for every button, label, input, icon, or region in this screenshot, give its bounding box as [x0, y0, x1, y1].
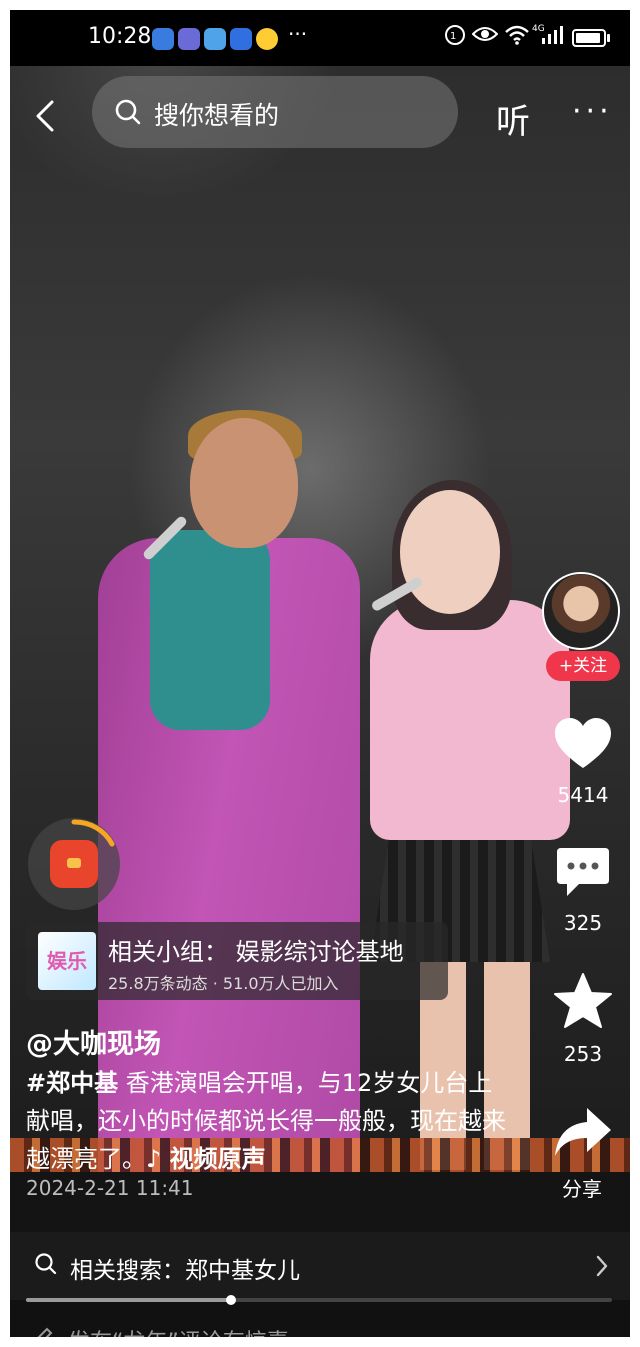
music-link[interactable]: ♪ 视频原声 — [146, 1145, 266, 1173]
playback-progress-bar[interactable] — [26, 1295, 612, 1305]
progress-fill — [26, 1298, 232, 1302]
search-icon — [114, 98, 142, 130]
group-thumbnail: 娱乐 — [38, 932, 96, 990]
like-count: 5414 — [557, 783, 609, 807]
follow-button[interactable]: +关注 — [546, 651, 620, 681]
listen-button[interactable]: 听 — [496, 94, 530, 143]
share-icon[interactable] — [553, 1106, 613, 1162]
chevron-right-icon — [594, 1254, 610, 1282]
back-button[interactable] — [28, 96, 68, 136]
wifi-icon — [504, 24, 530, 51]
battery-icon — [572, 29, 606, 47]
qq-app-icon — [256, 28, 278, 50]
related-group-card[interactable]: 娱乐 相关小组： 娱影综讨论基地 25.8万条动态 · 51.0万人已加入 — [26, 922, 448, 1000]
comment-input-bar[interactable]: 发布“龙年”评论有惊喜 — [10, 1310, 630, 1337]
progress-handle[interactable] — [226, 1295, 237, 1305]
hashtag-link[interactable]: #郑中基 — [26, 1069, 118, 1097]
group-title: 相关小组： 娱影综讨论基地 — [108, 938, 404, 966]
share-label: 分享 — [562, 1177, 602, 1201]
status-time: 10:28 — [88, 24, 152, 49]
post-date: 2024-2-21 11:41 — [26, 1176, 194, 1200]
performer-girl-head — [400, 490, 500, 614]
comment-count: 325 — [563, 911, 603, 935]
hd-call-icon: 1 — [444, 24, 466, 51]
status-bar: 10:28 ··· 1 4G — [10, 10, 630, 66]
more-options-button[interactable]: ··· — [572, 97, 613, 127]
more-notifications-icon: ··· — [288, 22, 308, 46]
app-notification-icon — [152, 28, 174, 50]
performer-girl-sweater — [370, 600, 570, 840]
pen-icon — [32, 1326, 54, 1337]
search-placeholder: 搜你想看的 — [154, 101, 280, 130]
comment-icon[interactable] — [553, 844, 613, 904]
battery-tip — [607, 34, 610, 42]
search-icon — [34, 1252, 58, 1280]
signal-icon — [540, 24, 566, 51]
music-app-icon — [178, 28, 200, 50]
heart-icon[interactable] — [553, 716, 613, 776]
chat-app-icon — [204, 28, 226, 50]
svg-text:1: 1 — [450, 31, 456, 42]
bulb-app-icon — [230, 28, 252, 50]
author-avatar[interactable] — [542, 572, 620, 650]
favorite-count: 253 — [563, 1042, 603, 1066]
search-bar[interactable]: 搜你想看的 — [92, 76, 458, 148]
related-search-label: 相关搜索：郑中基女儿 — [70, 1258, 300, 1284]
author-name[interactable]: @大咖现场 — [26, 1022, 161, 1061]
post-caption: #郑中基 香港演唱会开唱，与12岁女儿台上献唱，还小的时候都说长得一般般，现在越… — [26, 1064, 506, 1178]
comment-placeholder: 发布“龙年”评论有惊喜 — [68, 1324, 289, 1337]
group-stats: 25.8万条动态 · 51.0万人已加入 — [108, 974, 339, 993]
eye-icon — [471, 24, 499, 49]
related-search-bar[interactable]: 相关搜索：郑中基女儿 — [10, 1232, 630, 1300]
performer-man-head — [190, 418, 298, 548]
performer-man-shirt — [150, 530, 270, 730]
star-icon[interactable] — [553, 972, 613, 1034]
back-icon — [36, 100, 54, 132]
video-screen: 10:28 ··· 1 4G 搜你想看的 听 ··· +关注 5414 325 … — [10, 10, 630, 1337]
red-packet-clasp — [67, 858, 81, 868]
